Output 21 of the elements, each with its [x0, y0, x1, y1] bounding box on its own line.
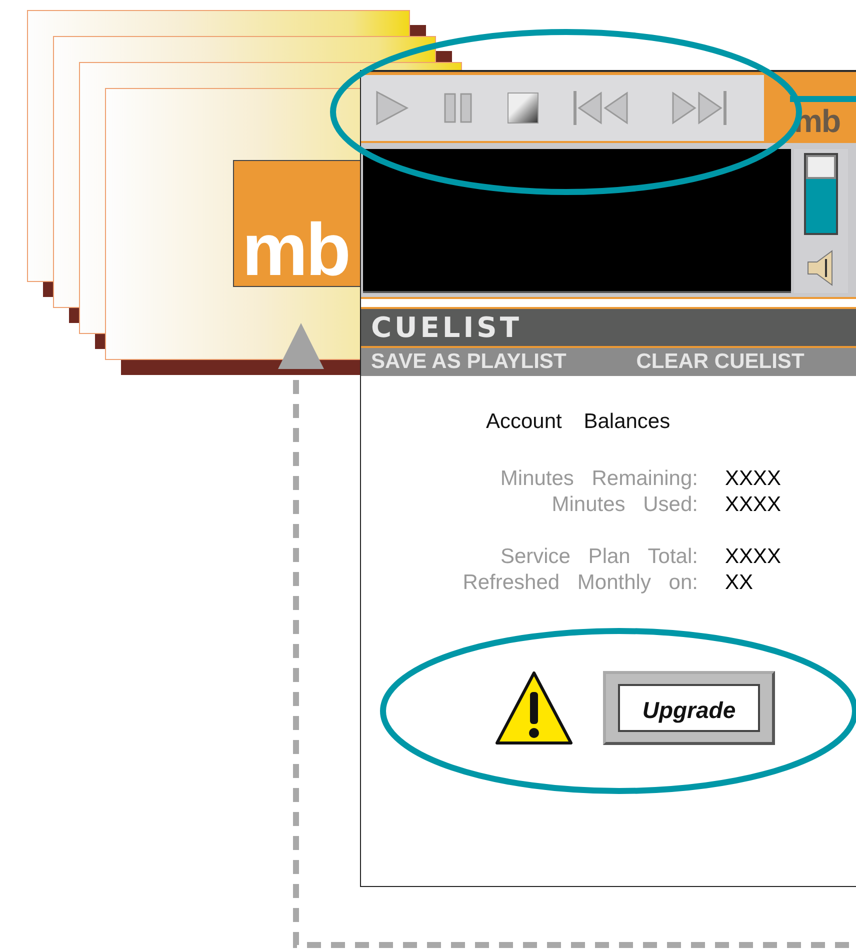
triangle-marker: [278, 323, 324, 369]
field-label: Minutes Remaining:: [499, 466, 698, 492]
field-label: Refreshed Monthly on:: [462, 570, 698, 596]
field-value: XXXX: [725, 466, 782, 492]
field-label: Minutes Used:: [550, 492, 698, 518]
field-value: XX: [725, 570, 754, 596]
volume-slider[interactable]: [804, 153, 838, 235]
warning-icon: [494, 670, 574, 746]
previous-icon[interactable]: [573, 88, 631, 126]
account-title: Account Balances: [486, 409, 672, 435]
play-icon[interactable]: [375, 90, 409, 126]
upgrade-button[interactable]: Upgrade: [603, 670, 775, 744]
slider-thumb[interactable]: [806, 155, 836, 179]
field-value: XXXX: [725, 544, 782, 570]
field-value: XXXX: [725, 492, 782, 518]
cuelist-title: CUELIST: [361, 307, 856, 348]
cuelist-action[interactable]: SAVE AS PLAYLIST: [371, 348, 566, 376]
field-label: Service Plan Total:: [499, 544, 698, 570]
pause-icon[interactable]: [443, 92, 473, 124]
stop-icon[interactable]: [507, 92, 539, 124]
cuelist-action[interactable]: CLEAR CUELIST: [636, 348, 804, 376]
